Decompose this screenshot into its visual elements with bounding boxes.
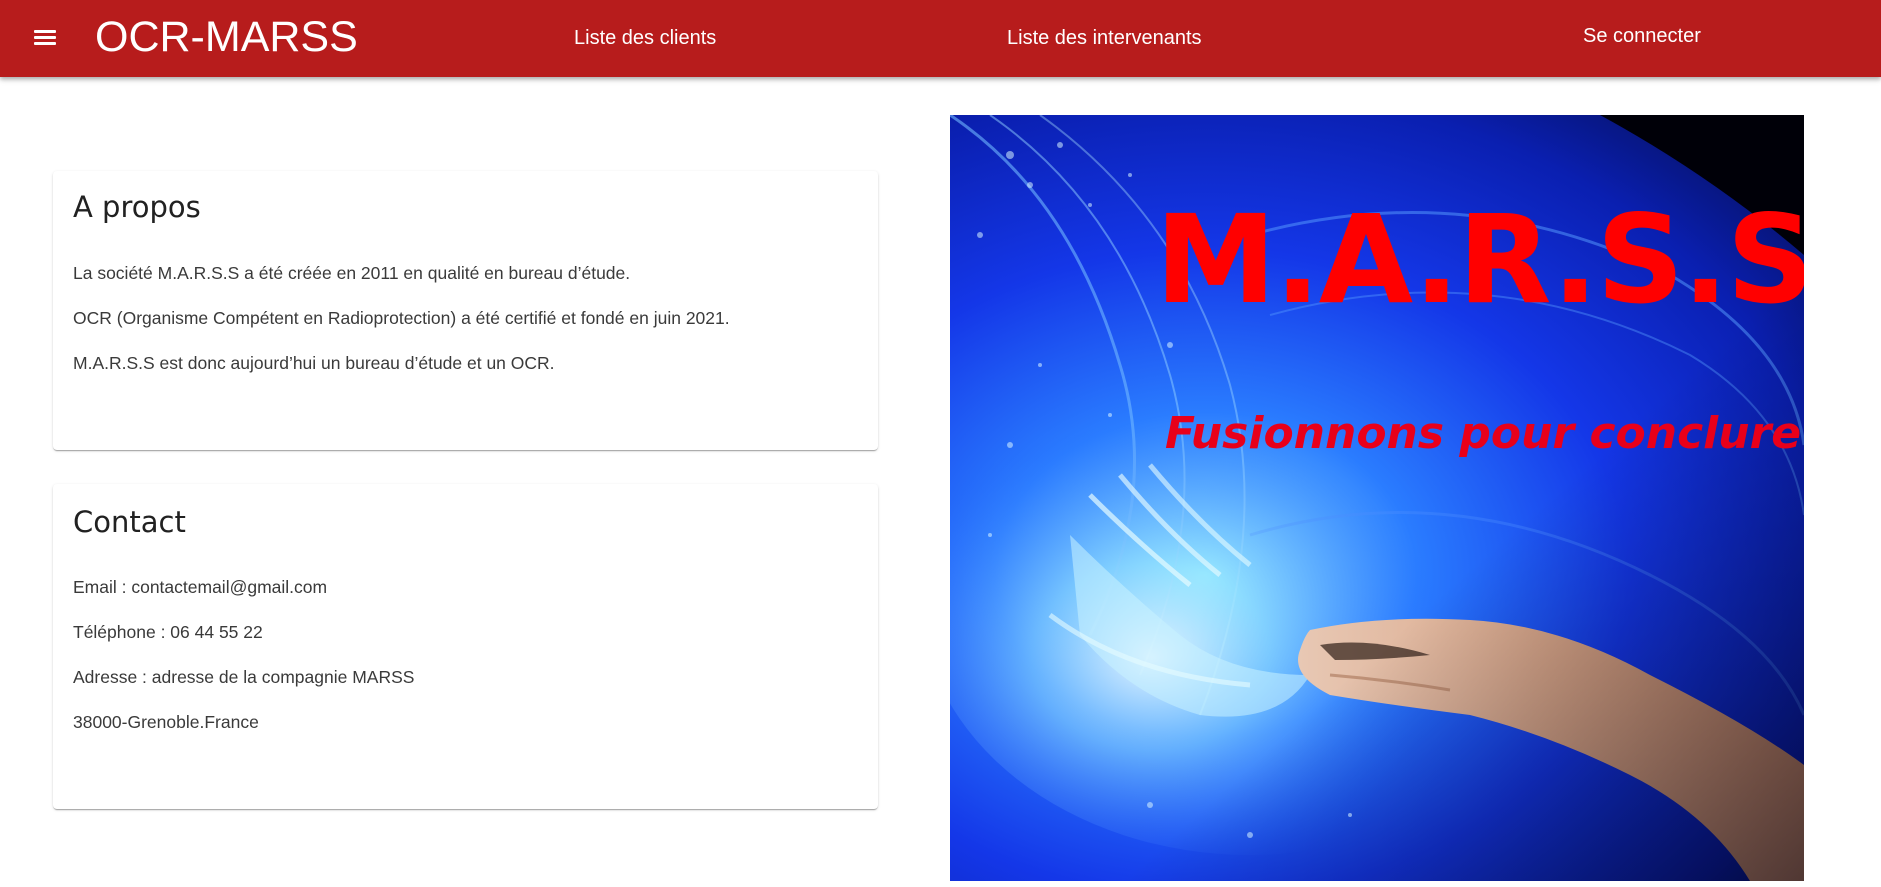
menu-icon[interactable] <box>28 24 62 52</box>
about-line: OCR (Organisme Compétent en Radioprotect… <box>73 308 730 328</box>
nav-link-clients[interactable]: Liste des clients <box>574 24 716 52</box>
about-title: A propos <box>73 190 201 224</box>
login-link[interactable]: Se connecter <box>1583 22 1701 50</box>
hero-image: M.A.R.S.S Fusionnons pour conclure <box>950 115 1804 881</box>
nav-link-intervenants[interactable]: Liste des intervenants <box>1007 24 1202 52</box>
contact-email: Email : contactemail@gmail.com <box>73 577 328 597</box>
top-app-bar: OCR-MARSS Liste des clients Liste des in… <box>0 0 1881 77</box>
contact-card: Contact Email : contactemail@gmail.com T… <box>53 484 878 809</box>
about-line: M.A.R.S.S est donc aujourd’hui un bureau… <box>73 353 555 373</box>
contact-address: Adresse : adresse de la compagnie MARSS <box>73 667 415 687</box>
contact-title: Contact <box>73 505 186 539</box>
contact-city: 38000-Grenoble.France <box>73 712 259 732</box>
contact-phone: Téléphone : 06 44 55 22 <box>73 622 263 642</box>
about-line: La société M.A.R.S.S a été créée en 2011… <box>73 263 631 283</box>
brand-title[interactable]: OCR-MARSS <box>95 12 358 62</box>
hero-tagline: Fusionnons pour conclure <box>1165 408 1802 459</box>
about-card: A propos La société M.A.R.S.S a été créé… <box>53 171 878 450</box>
hero-title: M.A.R.S.S <box>1155 189 1804 331</box>
